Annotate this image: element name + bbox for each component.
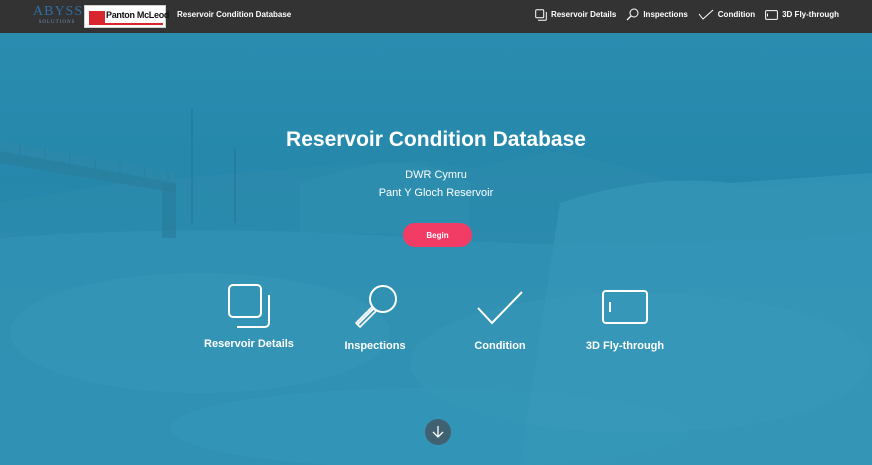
app-title[interactable]: Reservoir Condition Database — [177, 10, 291, 19]
tablet-icon — [602, 290, 648, 324]
nav-inspections[interactable]: Inspections — [626, 8, 688, 21]
magnifier-icon — [626, 8, 639, 21]
nav-condition[interactable]: Condition — [698, 9, 755, 20]
main-nav: Reservoir Details Inspections Condition … — [535, 8, 839, 21]
panton-logo-text: Panton McLeod — [106, 10, 170, 20]
hero-subtitle-organisation: DWR Cymru — [405, 169, 467, 181]
nav-reservoir-details[interactable]: Reservoir Details — [535, 8, 617, 21]
checkmark-icon — [477, 291, 523, 325]
panton-mcleod-logo[interactable]: Panton McLeod — [84, 5, 170, 28]
nav-3d-fly-through[interactable]: 3D Fly-through — [765, 9, 839, 20]
hero-title: Reservoir Condition Database — [286, 128, 586, 151]
feature-inspections[interactable]: Inspections — [310, 283, 440, 352]
abyss-logo-text: ABYSS — [33, 4, 84, 19]
abyss-logo-tagline: SOLUTIONS — [38, 20, 76, 25]
top-navigation-bar: ABYSS SOLUTIONS Panton McLeod Reservoir … — [0, 0, 872, 33]
feature-label: 3D Fly-through — [585, 340, 665, 352]
nav-label: Reservoir Details — [550, 10, 617, 19]
feature-reservoir-details[interactable]: Reservoir Details — [184, 283, 314, 350]
squares-icon — [535, 8, 547, 21]
nav-label: 3D Fly-through — [782, 10, 839, 19]
feature-condition[interactable]: Condition — [435, 283, 565, 352]
feature-label: Inspections — [344, 340, 406, 352]
reservoir-background-image — [0, 108, 872, 465]
feature-label: Reservoir Details — [204, 338, 294, 350]
hero-section: Reservoir Condition Database DWR Cymru P… — [0, 33, 872, 465]
squares-icon — [228, 284, 270, 328]
feature-label: Condition — [474, 340, 526, 352]
begin-button[interactable]: Begin — [403, 223, 472, 247]
magnifier-icon — [355, 285, 397, 328]
panton-logo-underline — [89, 23, 163, 25]
scroll-down-button[interactable] — [425, 419, 451, 445]
feature-3d-fly-through[interactable]: 3D Fly-through — [560, 283, 690, 352]
hero-subtitle-reservoir: Pant Y Gloch Reservoir — [378, 187, 494, 199]
abyss-logo[interactable]: ABYSS SOLUTIONS — [33, 4, 84, 30]
nav-label: Condition — [717, 10, 756, 19]
arrow-down-icon — [432, 426, 444, 438]
checkmark-icon — [698, 9, 714, 20]
panton-logo-mark — [89, 11, 105, 23]
nav-label: Inspections — [643, 10, 688, 19]
tablet-icon — [765, 9, 779, 20]
